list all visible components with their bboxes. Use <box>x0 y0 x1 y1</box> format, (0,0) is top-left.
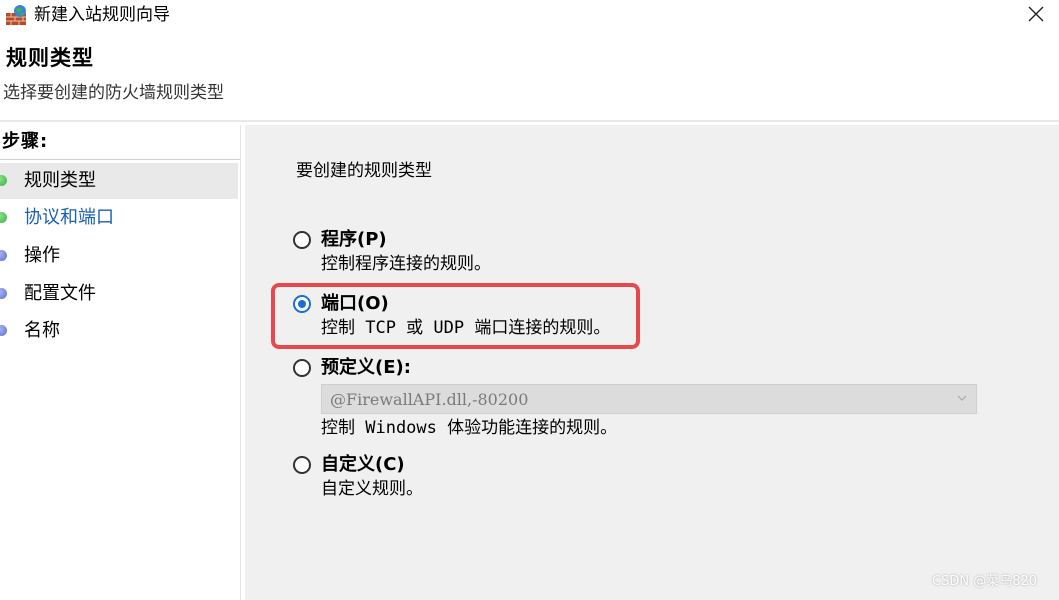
radio-port[interactable] <box>293 295 311 313</box>
rule-type-prompt: 要创建的规则类型 <box>296 161 432 181</box>
main-panel: 要创建的规则类型 程序(P) 控制程序连接的规则。 端口(O) 控制 TCP 或… <box>245 125 1059 600</box>
header-divider <box>0 120 1059 122</box>
step-status-dot-icon <box>0 175 7 186</box>
step-protocol-ports[interactable]: 协议和端口 <box>0 200 238 236</box>
option-label[interactable]: 自定义(C) <box>321 453 405 477</box>
steps-title: 步骤: <box>2 131 49 152</box>
watermark: CSDN @菜鸟820 <box>932 574 1038 589</box>
step-label[interactable]: 协议和端口 <box>24 206 114 230</box>
predefined-select-value: @FirewallAPI.dll,-80200 <box>330 390 529 409</box>
chevron-down-icon <box>957 395 967 401</box>
option-label[interactable]: 程序(P) <box>321 228 387 252</box>
predefined-select: @FirewallAPI.dll,-80200 <box>321 384 977 414</box>
step-profile: 配置文件 <box>0 276 238 312</box>
title-bar: 新建入站规则向导 <box>0 0 1059 30</box>
step-label: 配置文件 <box>24 283 96 304</box>
step-label: 名称 <box>24 320 60 341</box>
close-icon[interactable] <box>1020 2 1052 28</box>
radio-program[interactable] <box>293 231 311 249</box>
window-title: 新建入站规则向导 <box>34 5 170 25</box>
step-action: 操作 <box>0 238 238 274</box>
option-description: 自定义规则。 <box>321 479 423 499</box>
page-title: 规则类型 <box>6 46 94 70</box>
option-description: 控制 TCP 或 UDP 端口连接的规则。 <box>321 318 611 338</box>
option-label[interactable]: 端口(O) <box>321 292 389 316</box>
wizard-header: 规则类型 选择要创建的防火墙规则类型 <box>0 38 1059 122</box>
firewall-globe-icon <box>6 5 26 25</box>
page-subtitle: 选择要创建的防火墙规则类型 <box>3 83 224 103</box>
steps-sidebar: 步骤: 规则类型 协议和端口 操作 配置文件 名称 <box>0 125 241 600</box>
step-name: 名称 <box>0 313 238 349</box>
step-rule-type: 规则类型 <box>0 163 238 199</box>
step-status-dot-icon <box>0 288 7 299</box>
predefined-description: 控制 Windows 体验功能连接的规则。 <box>321 418 618 438</box>
step-label: 操作 <box>24 245 60 266</box>
steps-divider <box>0 159 240 160</box>
step-status-dot-icon <box>0 325 7 336</box>
radio-predefined[interactable] <box>293 359 311 377</box>
step-status-dot-icon <box>0 250 7 261</box>
step-label: 规则类型 <box>24 170 96 191</box>
radio-custom[interactable] <box>293 456 311 474</box>
step-status-dot-icon <box>0 212 7 223</box>
option-description: 控制程序连接的规则。 <box>321 254 491 274</box>
option-label[interactable]: 预定义(E): <box>321 356 411 380</box>
